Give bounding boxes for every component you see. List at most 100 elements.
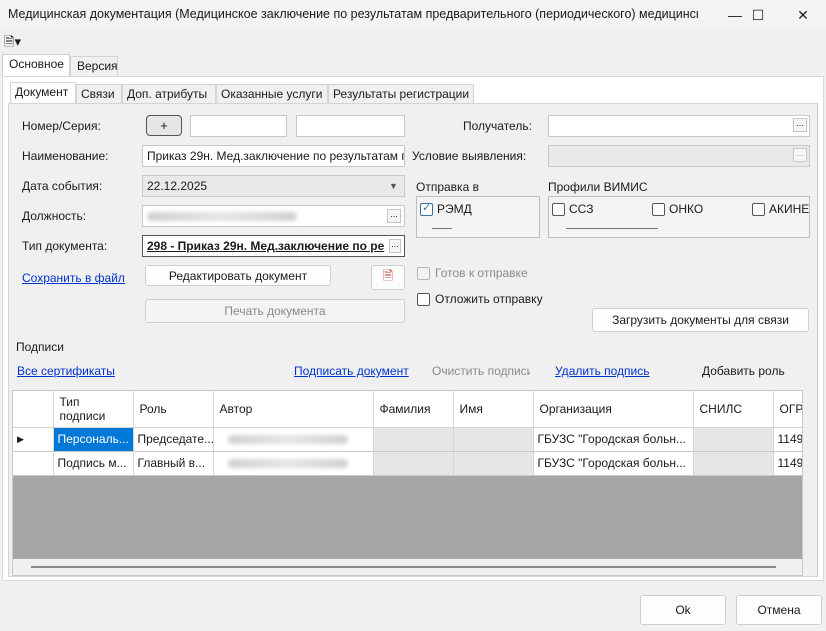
condition-label: Условие выявления:	[412, 149, 527, 163]
col-header-role[interactable]: Роль	[133, 391, 214, 428]
doctype-browse-button[interactable]: ...	[389, 239, 401, 253]
send-to-group	[416, 196, 540, 238]
col-header-surname[interactable]: Фамилия	[373, 391, 454, 428]
window-title: Медицинская документация (Медицинское за…	[8, 7, 698, 21]
position-label: Должность:	[22, 209, 87, 223]
divider	[566, 228, 658, 229]
tab-osnovnoe[interactable]: Основное	[2, 54, 70, 76]
sign-document-link[interactable]: Подписать документ	[294, 364, 409, 378]
position-field[interactable]	[142, 205, 405, 227]
cell-type[interactable]: Подпись м...	[53, 451, 134, 476]
title-bar: Медицинская документация (Медицинское за…	[0, 0, 826, 30]
condition-field	[548, 145, 810, 167]
row-selected-icon: ▶	[13, 427, 54, 452]
edit-document-button[interactable]: Редактировать документ	[145, 265, 331, 286]
cell-snils[interactable]	[693, 451, 774, 476]
all-certificates-link[interactable]: Все сертификаты	[17, 364, 115, 378]
divider	[432, 228, 452, 229]
add-number-button[interactable]: +	[146, 115, 182, 136]
tab-okazannye-uslugi[interactable]: Оказанные услуги	[216, 84, 328, 104]
delete-signature-link[interactable]: Удалить подпись	[555, 364, 650, 378]
table-row[interactable]: ▶ Персональ... Председате... ГБУЗС "Горо…	[13, 427, 802, 452]
send-to-label: Отправка в	[416, 180, 479, 194]
chevron-down-icon[interactable]: ▼	[389, 181, 398, 191]
col-header-type[interactable]: Тип подписи	[53, 391, 134, 428]
postpone-label: Отложить отправку	[435, 292, 543, 306]
name-label: Наименование:	[22, 149, 109, 163]
cell-org[interactable]: ГБУЗС "Городская больн...	[533, 427, 694, 452]
remd-label: РЭМД	[437, 202, 472, 216]
redacted-text	[147, 212, 297, 221]
cell-name[interactable]	[453, 427, 534, 452]
grid-header-row: Тип подписи Роль Автор Фамилия Имя Орган…	[13, 391, 802, 428]
cell-ogrn[interactable]: 11492	[773, 451, 802, 476]
vimis-label: Профили ВИМИС	[548, 180, 648, 194]
maximize-icon[interactable]: ☐	[735, 0, 781, 30]
recipient-browse-button[interactable]: ...	[793, 118, 807, 132]
condition-browse-button: ...	[793, 148, 807, 162]
cell-role[interactable]: Главный в...	[133, 451, 214, 476]
vimis-akine-checkbox[interactable]	[752, 203, 765, 216]
document-menu-icon[interactable]: 🗎▾	[4, 33, 28, 49]
recipient-label: Получатель:	[463, 119, 532, 133]
cell-role[interactable]: Председате...	[133, 427, 214, 452]
cell-author[interactable]	[213, 451, 374, 476]
col-header-org[interactable]: Организация	[533, 391, 694, 428]
cell-org[interactable]: ГБУЗС "Городская больн...	[533, 451, 694, 476]
vimis-akine-label: АКИНЕ	[769, 202, 809, 216]
close-icon[interactable]: ✕	[780, 0, 826, 30]
recipient-field[interactable]	[548, 115, 810, 137]
print-document-button[interactable]: Печать документа	[145, 299, 405, 323]
date-value: 22.12.2025	[147, 179, 208, 193]
row-header	[13, 451, 54, 476]
col-header-snils[interactable]: СНИЛС	[693, 391, 774, 428]
postpone-checkbox[interactable]	[417, 293, 430, 306]
doctype-label: Тип документа:	[22, 239, 108, 253]
cell-snils[interactable]	[693, 427, 774, 452]
series-field[interactable]	[296, 115, 405, 137]
horizontal-scrollbar[interactable]	[13, 559, 802, 575]
doctype-field[interactable]: 298 - Приказ 29н. Мед.заключение по ре	[142, 235, 405, 257]
name-field[interactable]: Приказ 29н. Мед.заключение по результата…	[142, 145, 405, 167]
table-row[interactable]: Подпись м... Главный в... ГБУЗС "Городск…	[13, 451, 802, 476]
clear-signatures-link[interactable]: Очистить подписи	[432, 364, 530, 378]
tab-rezultaty-registratsii[interactable]: Результаты регистрации	[328, 84, 474, 104]
cell-type[interactable]: Персональ...	[53, 427, 134, 452]
add-role-button[interactable]: Добавить роль	[702, 364, 785, 378]
signatures-grid[interactable]: Тип подписи Роль Автор Фамилия Имя Орган…	[12, 390, 803, 576]
pdf-document-icon[interactable]: 🗎	[371, 265, 405, 290]
tab-versiya[interactable]: Версия	[70, 56, 118, 76]
check-icon: ✓	[422, 202, 432, 214]
vimis-onko-label: ОНКО	[669, 202, 704, 216]
col-header-name[interactable]: Имя	[453, 391, 534, 428]
number-field[interactable]	[190, 115, 287, 137]
number-label: Номер/Серия:	[22, 119, 101, 133]
tab-dop-atributy[interactable]: Доп. атрибуты	[122, 84, 216, 104]
tab-svyazi[interactable]: Связи	[76, 84, 122, 104]
vimis-onko-checkbox[interactable]	[652, 203, 665, 216]
cell-surname[interactable]	[373, 451, 454, 476]
cancel-button[interactable]: Отмена	[736, 595, 822, 625]
cell-author[interactable]	[213, 427, 374, 452]
ok-button[interactable]: Ok	[640, 595, 726, 625]
position-browse-button[interactable]: ...	[387, 209, 401, 223]
tab-dokument[interactable]: Документ	[10, 82, 76, 105]
ready-label: Готов к отправке	[435, 266, 528, 280]
remd-checkbox[interactable]: ✓	[420, 202, 433, 216]
redacted-text	[227, 434, 348, 444]
cell-surname[interactable]	[373, 427, 454, 452]
date-label: Дата события:	[22, 179, 103, 193]
vimis-ssz-checkbox[interactable]	[552, 203, 565, 216]
scrollbar-thumb[interactable]	[31, 566, 776, 568]
grid-corner	[13, 391, 54, 428]
save-to-file-link[interactable]: Сохранить в файл	[22, 271, 125, 285]
cell-name[interactable]	[453, 451, 534, 476]
vimis-ssz-label: ССЗ	[569, 202, 594, 216]
date-field[interactable]: 22.12.2025	[142, 175, 405, 197]
ready-checkbox[interactable]	[417, 267, 430, 280]
cell-ogrn[interactable]: 11492	[773, 427, 802, 452]
redacted-text	[227, 458, 348, 468]
col-header-ogrn[interactable]: ОГРН	[773, 391, 802, 428]
col-header-author[interactable]: Автор	[213, 391, 374, 428]
load-documents-button[interactable]: Загрузить документы для связи	[592, 308, 809, 332]
